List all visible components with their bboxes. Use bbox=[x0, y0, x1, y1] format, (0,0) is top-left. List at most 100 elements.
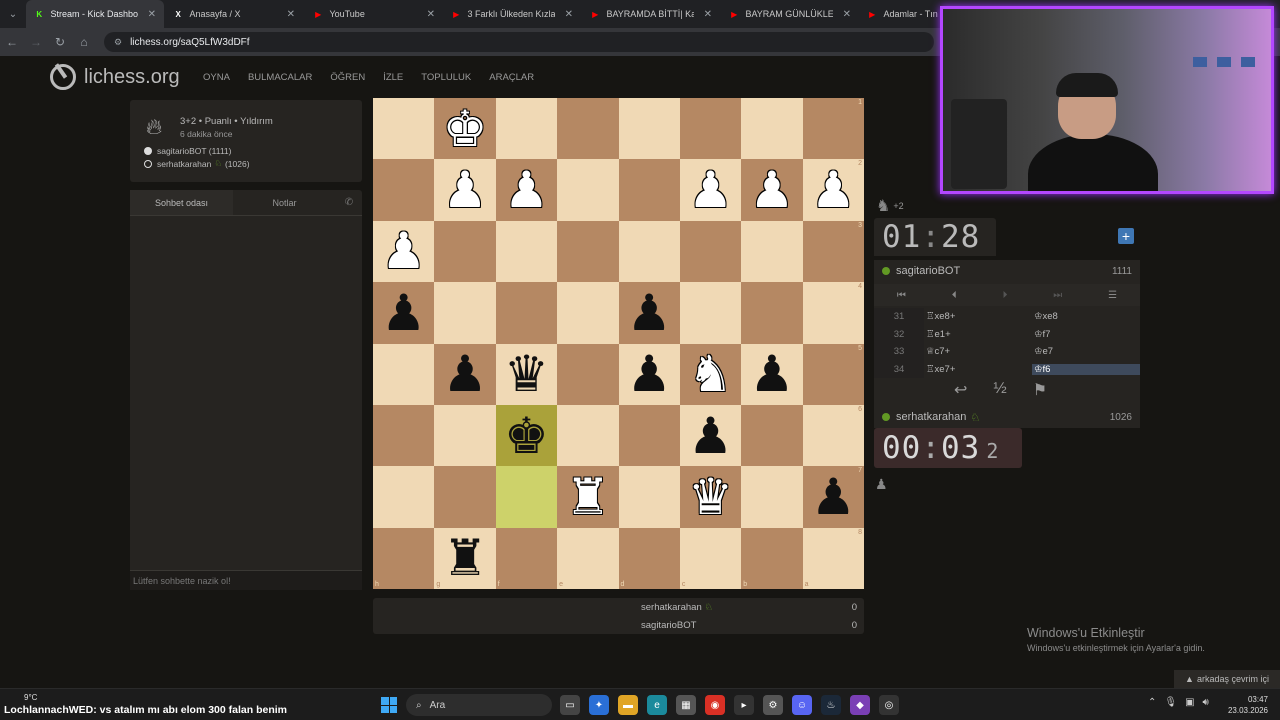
white-knight-icon[interactable]: ♞ bbox=[688, 349, 733, 399]
menu-item[interactable]: ARAÇLAR bbox=[489, 72, 534, 83]
board-square[interactable] bbox=[679, 98, 742, 160]
board-square[interactable] bbox=[741, 282, 803, 344]
board-square[interactable]: ♟ 7 bbox=[802, 466, 864, 528]
board-square[interactable]: 5 bbox=[802, 343, 864, 405]
task-view-icon[interactable]: ▭ bbox=[560, 695, 580, 715]
board-square[interactable]: 4 bbox=[802, 282, 864, 344]
discord-icon[interactable]: ☺ bbox=[792, 695, 812, 715]
menu-item[interactable]: ÖĞREN bbox=[330, 72, 365, 83]
board-square[interactable] bbox=[618, 98, 680, 160]
board-square[interactable] bbox=[373, 98, 435, 160]
close-tab-icon[interactable]: ✕ bbox=[843, 9, 851, 20]
board-square[interactable] bbox=[434, 466, 496, 528]
board-square[interactable]: ♞ bbox=[679, 343, 742, 405]
white-move[interactable]: ♖e1+ bbox=[924, 329, 1032, 340]
white-queen-icon[interactable]: ♛ bbox=[688, 472, 733, 522]
add-time-button[interactable]: + bbox=[1118, 228, 1134, 244]
black-player[interactable]: serhatkarahan ♘ (1026) bbox=[144, 158, 250, 169]
board-square[interactable]: f bbox=[495, 527, 558, 589]
url-field[interactable]: ⚙ lichess.org/saQ5LfW3dDFf bbox=[104, 32, 934, 52]
browser-tab[interactable]: ▶ BAYRAMDA BİTTİ| Kanser ✕ bbox=[582, 0, 720, 28]
browser-tab[interactable]: X Anasayfa / X ✕ bbox=[165, 0, 303, 28]
board-square[interactable]: d bbox=[618, 527, 680, 589]
takeback-icon[interactable]: ↩ bbox=[954, 380, 967, 400]
browser-tab[interactable]: ▶ 3 Farklı Ülkeden Kızlar An ✕ bbox=[443, 0, 581, 28]
forward-icon[interactable]: → bbox=[24, 35, 48, 49]
board-square[interactable]: ♟ bbox=[679, 159, 742, 221]
microphone-icon[interactable]: 🎙︎ bbox=[1164, 697, 1177, 708]
board-square[interactable]: ♟ bbox=[741, 343, 803, 405]
close-tab-icon[interactable]: ✕ bbox=[148, 9, 156, 20]
white-pawn-icon[interactable]: ♟ bbox=[443, 165, 488, 215]
board-square[interactable] bbox=[557, 343, 619, 405]
board-square[interactable]: ♟ bbox=[373, 282, 435, 344]
white-move[interactable]: ♖xe8+ bbox=[924, 311, 1032, 322]
first-move-icon[interactable]: ⏮ bbox=[897, 290, 906, 301]
file-explorer-icon[interactable]: ▬ bbox=[618, 695, 638, 715]
board-square[interactable]: ♟ bbox=[434, 343, 496, 405]
chat-input[interactable]: Lütfen sohbette nazik ol! bbox=[130, 570, 362, 590]
white-player[interactable]: sagitarioBOT (1111) bbox=[144, 146, 232, 156]
site-info-icon[interactable]: ⚙ bbox=[114, 37, 122, 48]
back-icon[interactable]: ← bbox=[0, 35, 24, 49]
menu-item[interactable]: OYNA bbox=[203, 72, 230, 83]
white-move[interactable]: ♖xe7+ bbox=[924, 364, 1032, 375]
board-square[interactable] bbox=[373, 343, 435, 405]
board-square[interactable]: ♟ bbox=[679, 404, 742, 467]
white-pawn-icon[interactable]: ♟ bbox=[381, 226, 426, 276]
draw-offer-button[interactable]: ½ bbox=[993, 380, 1006, 400]
reload-icon[interactable]: ↻ bbox=[48, 35, 72, 49]
black-move[interactable]: ♔f7 bbox=[1032, 329, 1140, 340]
friends-online-button[interactable]: ▲ arkadaş çevrim içi bbox=[1174, 670, 1280, 688]
white-move[interactable]: ♕c7+ bbox=[924, 346, 1032, 357]
chrome-icon[interactable]: ◉ bbox=[705, 695, 725, 715]
windows-start-icon[interactable] bbox=[381, 697, 397, 713]
terminal-icon[interactable]: ▸ bbox=[734, 695, 754, 715]
black-pawn-icon[interactable]: ♟ bbox=[381, 288, 426, 338]
black-pawn-icon[interactable]: ♟ bbox=[811, 472, 856, 522]
board-square[interactable]: c bbox=[679, 527, 742, 589]
black-pawn-icon[interactable]: ♟ bbox=[688, 411, 733, 461]
black-queen-icon[interactable]: ♛ bbox=[504, 349, 549, 399]
board-square[interactable] bbox=[557, 98, 619, 160]
board-square[interactable]: ♟ bbox=[618, 282, 680, 344]
board-square[interactable]: ♟ bbox=[741, 159, 803, 221]
opponent-player[interactable]: sagitarioBOT 1111 bbox=[874, 260, 1140, 282]
home-icon[interactable]: ⌂ bbox=[72, 35, 96, 49]
board-square[interactable] bbox=[434, 404, 496, 467]
board-square[interactable] bbox=[618, 404, 680, 467]
board-square[interactable] bbox=[434, 220, 496, 283]
board-square[interactable]: h bbox=[373, 527, 435, 589]
next-move-icon[interactable]: ⏵ bbox=[1002, 290, 1007, 301]
tab-search-icon[interactable]: ⌄ bbox=[0, 0, 26, 28]
board-square[interactable] bbox=[373, 466, 435, 528]
board-square[interactable] bbox=[495, 466, 558, 528]
weather-widget[interactable]: 9°C bbox=[24, 693, 37, 702]
close-tab-icon[interactable]: ✕ bbox=[704, 9, 712, 20]
board-square[interactable]: 6 bbox=[802, 404, 864, 467]
tray-chevron-icon[interactable]: ⌃ bbox=[1148, 697, 1156, 708]
board-square[interactable] bbox=[618, 159, 680, 221]
menu-item[interactable]: BULMACALAR bbox=[248, 72, 312, 83]
white-pawn-icon[interactable]: ♟ bbox=[688, 165, 733, 215]
white-rook-icon[interactable]: ♜ bbox=[565, 472, 610, 522]
chess-board[interactable]: ♚ 1 ♟ ♟ ♟ ♟ ♟ 2 ♟ 3 ♟ ♟ 4 ♟ ♛ ♟ ♞ ♟ 5 ♚ ♟ 6 ♜ ♛ ♟ 7 h ♜ g f e d c b 8 a bbox=[373, 98, 864, 589]
close-tab-icon[interactable]: ✕ bbox=[427, 9, 435, 20]
board-square[interactable]: ♚ bbox=[434, 98, 496, 160]
board-square[interactable] bbox=[679, 220, 742, 283]
black-rook-icon[interactable]: ♜ bbox=[443, 533, 488, 583]
last-move-icon[interactable]: ⏭ bbox=[1053, 290, 1062, 301]
store-icon[interactable]: ▦ bbox=[676, 695, 696, 715]
board-square[interactable]: ♜ bbox=[557, 466, 619, 528]
black-pawn-icon[interactable]: ♟ bbox=[627, 349, 672, 399]
obs-icon[interactable]: ◎ bbox=[879, 695, 899, 715]
board-square[interactable] bbox=[434, 282, 496, 344]
board-square[interactable]: 8a bbox=[802, 527, 864, 589]
tab-chat-room[interactable]: Sohbet odası bbox=[130, 190, 233, 215]
board-square[interactable] bbox=[679, 282, 742, 344]
resign-flag-icon[interactable]: ⚑ bbox=[1033, 380, 1047, 400]
browser-tab[interactable]: ▶ BAYRAM GÜNLÜKLERİ ✕ bbox=[721, 0, 859, 28]
white-pawn-icon[interactable]: ♟ bbox=[750, 165, 795, 215]
board-square[interactable] bbox=[557, 159, 619, 221]
board-square[interactable] bbox=[495, 220, 558, 283]
